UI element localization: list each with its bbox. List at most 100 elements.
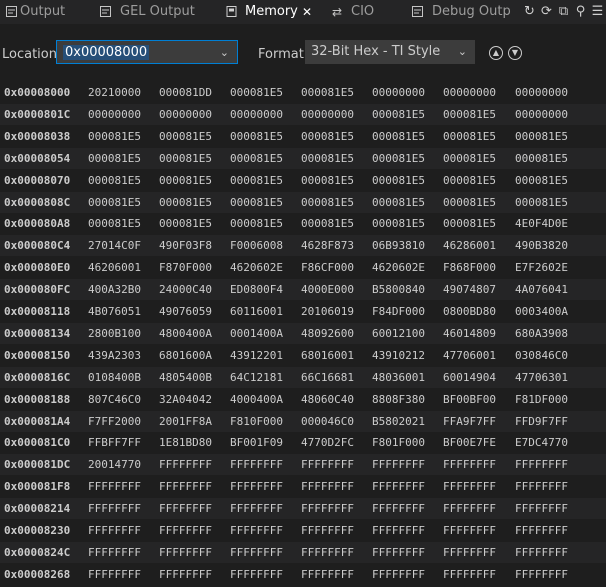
- memory-word[interactable]: 60014904: [443, 367, 496, 388]
- memory-word[interactable]: 000081E5: [230, 126, 283, 147]
- tab-output[interactable]: Output: [4, 0, 66, 24]
- memory-word[interactable]: F801F000: [372, 432, 425, 453]
- memory-word[interactable]: 46014809: [443, 323, 496, 344]
- memory-word[interactable]: 000081E5: [301, 82, 354, 103]
- memory-word[interactable]: FFFFFFFF: [443, 498, 496, 519]
- memory-word[interactable]: FFFFFFFF: [301, 542, 354, 563]
- memory-word[interactable]: FFFFFFFF: [372, 476, 425, 497]
- memory-word[interactable]: 439A2303: [88, 345, 141, 366]
- memory-word[interactable]: 00000000: [301, 104, 354, 125]
- tab-debug-output[interactable]: Debug Outp: [410, 0, 511, 24]
- memory-word[interactable]: FFFFFFFF: [230, 542, 283, 563]
- pin-icon[interactable]: ⚲: [572, 0, 589, 24]
- memory-word[interactable]: 0800BD80: [443, 301, 496, 322]
- memory-word[interactable]: 00000000: [515, 82, 568, 103]
- memory-word[interactable]: FFFFFFFF: [159, 520, 212, 541]
- memory-word[interactable]: 000081E5: [159, 126, 212, 147]
- memory-word[interactable]: FFA9F7FF: [443, 411, 496, 432]
- memory-word[interactable]: FFFFFFFF: [515, 498, 568, 519]
- memory-word[interactable]: F0006008: [230, 235, 283, 256]
- memory-word[interactable]: 4620602E: [372, 257, 425, 278]
- memory-word[interactable]: FFFFFFFF: [515, 454, 568, 475]
- memory-word[interactable]: FFFFFFFF: [159, 454, 212, 475]
- memory-word[interactable]: 20210000: [88, 82, 141, 103]
- memory-word[interactable]: 000081E5: [230, 213, 283, 234]
- memory-word[interactable]: 20106019: [301, 301, 354, 322]
- memory-word[interactable]: 2001FF8A: [159, 411, 212, 432]
- memory-word[interactable]: 000081E5: [159, 148, 212, 169]
- memory-word[interactable]: 06B93810: [372, 235, 425, 256]
- memory-word[interactable]: 66C16681: [301, 367, 354, 388]
- memory-word[interactable]: FFFFFFFF: [372, 542, 425, 563]
- memory-word[interactable]: 000081E5: [88, 126, 141, 147]
- location-field[interactable]: 0x00008000 ⌄: [56, 40, 238, 64]
- memory-word[interactable]: E7F2602E: [515, 257, 568, 278]
- memory-word[interactable]: 000081E5: [88, 170, 141, 191]
- memory-word[interactable]: F84DF000: [372, 301, 425, 322]
- memory-word[interactable]: FFFFFFFF: [88, 498, 141, 519]
- memory-word[interactable]: 000081E5: [159, 213, 212, 234]
- chevron-down-icon[interactable]: ⌄: [458, 40, 467, 64]
- memory-word[interactable]: FFFFFFFF: [372, 498, 425, 519]
- memory-word[interactable]: FFFFFFFF: [230, 498, 283, 519]
- memory-word[interactable]: 000081E5: [159, 192, 212, 213]
- memory-word[interactable]: FFFFFFFF: [372, 520, 425, 541]
- memory-word[interactable]: 00000000: [230, 104, 283, 125]
- memory-word[interactable]: 0003400A: [515, 301, 568, 322]
- memory-word[interactable]: 000081E5: [88, 148, 141, 169]
- scroll-down-icon[interactable]: ▼: [508, 46, 522, 60]
- memory-word[interactable]: 00000000: [443, 82, 496, 103]
- memory-word[interactable]: F81DF000: [515, 389, 568, 410]
- memory-word[interactable]: F7FF2000: [88, 411, 141, 432]
- memory-word[interactable]: 000081E5: [301, 213, 354, 234]
- memory-word[interactable]: 000081E5: [230, 192, 283, 213]
- memory-word[interactable]: FFFFFFFF: [88, 564, 141, 585]
- memory-word[interactable]: 68016001: [301, 345, 354, 366]
- memory-word[interactable]: 680A3908: [515, 323, 568, 344]
- memory-word[interactable]: FFFFFFFF: [159, 564, 212, 585]
- memory-word[interactable]: FFFFFFFF: [230, 520, 283, 541]
- memory-word[interactable]: 00000000: [159, 104, 212, 125]
- memory-word[interactable]: 32A04042: [159, 389, 212, 410]
- memory-word[interactable]: 4628F873: [301, 235, 354, 256]
- memory-word[interactable]: 4770D2FC: [301, 432, 354, 453]
- memory-word[interactable]: 48092600: [301, 323, 354, 344]
- memory-word[interactable]: 000081E5: [301, 192, 354, 213]
- memory-word[interactable]: 00000000: [372, 82, 425, 103]
- refresh-icon[interactable]: ↻: [521, 0, 538, 24]
- memory-word[interactable]: FFFFFFFF: [230, 454, 283, 475]
- memory-word[interactable]: 4E0F4D0E: [515, 213, 568, 234]
- memory-word[interactable]: FFFFFFFF: [301, 476, 354, 497]
- memory-word[interactable]: ED0800F4: [230, 279, 283, 300]
- memory-word[interactable]: 807C46C0: [88, 389, 141, 410]
- menu-icon[interactable]: ☰: [589, 0, 606, 24]
- memory-word[interactable]: 000081E5: [301, 148, 354, 169]
- memory-word[interactable]: 000081E5: [88, 192, 141, 213]
- copy-icon[interactable]: ⧉: [555, 0, 572, 24]
- memory-word[interactable]: 000081E5: [301, 126, 354, 147]
- memory-word[interactable]: 000081E5: [515, 148, 568, 169]
- memory-word[interactable]: FFFFFFFF: [88, 520, 141, 541]
- memory-word[interactable]: 000081E5: [443, 148, 496, 169]
- memory-word[interactable]: 4620602E: [230, 257, 283, 278]
- memory-word[interactable]: 48060C40: [301, 389, 354, 410]
- memory-word[interactable]: F868F000: [443, 257, 496, 278]
- memory-word[interactable]: F870F000: [159, 257, 212, 278]
- memory-word[interactable]: B5800840: [372, 279, 425, 300]
- memory-word[interactable]: FFFFFFFF: [443, 454, 496, 475]
- memory-word[interactable]: FFFFFFFF: [443, 476, 496, 497]
- memory-word[interactable]: 000081E5: [443, 104, 496, 125]
- memory-word[interactable]: 00000000: [515, 104, 568, 125]
- memory-word[interactable]: 4800400A: [159, 323, 212, 344]
- memory-word[interactable]: 00000000: [88, 104, 141, 125]
- memory-word[interactable]: 0001400A: [230, 323, 283, 344]
- memory-word[interactable]: 000081E5: [372, 126, 425, 147]
- memory-word[interactable]: BF00E7FE: [443, 432, 496, 453]
- memory-word[interactable]: FFFFFFFF: [372, 564, 425, 585]
- memory-word[interactable]: 000081E5: [515, 192, 568, 213]
- memory-word[interactable]: BF00BF00: [443, 389, 496, 410]
- memory-word[interactable]: 000081E5: [230, 170, 283, 191]
- memory-word[interactable]: FFFFFFFF: [372, 454, 425, 475]
- memory-word[interactable]: 4000400A: [230, 389, 283, 410]
- memory-word[interactable]: 000081E5: [372, 213, 425, 234]
